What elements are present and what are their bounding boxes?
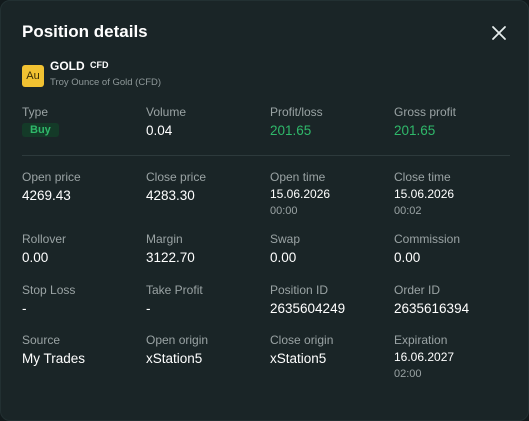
dialog-title: Position details [22, 22, 148, 41]
field-close-price: Close price 4283.30 [146, 170, 266, 204]
field-type: Type Buy [22, 105, 142, 138]
divider [22, 155, 510, 156]
profit-loss-value: 201.65 [270, 123, 312, 138]
close-time-label: Close time [394, 170, 451, 184]
field-commission: Commission 0.00 [394, 232, 514, 266]
field-take-profit: Take Profit - [146, 283, 266, 317]
close-icon[interactable] [490, 24, 508, 42]
rollover-value: 0.00 [22, 250, 49, 265]
margin-value: 3122.70 [146, 250, 195, 265]
field-stop-loss: Stop Loss - [22, 283, 142, 317]
volume-label: Volume [146, 105, 187, 119]
field-rollover: Rollover 0.00 [22, 232, 142, 266]
instrument-name: Troy Ounce of Gold (CFD) [50, 77, 162, 88]
field-order-id: Order ID 2635616394 [394, 283, 514, 317]
profit-loss-label: Profit/loss [270, 105, 323, 119]
field-open-time: Open time 15.06.2026 00:00 [270, 170, 390, 219]
open-time-time: 00:00 [270, 205, 298, 217]
gross-profit-label: Gross profit [394, 105, 457, 119]
instrument-type: CFD [90, 60, 109, 70]
field-profit-loss: Profit/loss 201.65 [270, 105, 390, 139]
type-badge: Buy [22, 123, 59, 137]
instrument-header: Au GOLD CFD Troy Ounce of Gold (CFD) [22, 59, 322, 93]
take-profit-label: Take Profit [146, 283, 203, 297]
field-gross-profit: Gross profit 201.65 [394, 105, 514, 139]
close-price-label: Close price [146, 170, 207, 184]
open-origin-label: Open origin [146, 333, 209, 347]
field-source: Source My Trades [22, 333, 142, 367]
field-margin: Margin 3122.70 [146, 232, 266, 266]
expiration-label: Expiration [394, 333, 448, 347]
open-time-label: Open time [270, 170, 326, 184]
gold-instrument-icon: Au [22, 65, 44, 87]
close-time-date: 15.06.2026 [394, 187, 455, 201]
swap-value: 0.00 [270, 250, 297, 265]
open-price-value: 4269.43 [22, 188, 71, 203]
volume-value: 0.04 [146, 123, 173, 138]
close-origin-value: xStation5 [270, 351, 327, 366]
margin-label: Margin [146, 232, 183, 246]
stop-loss-label: Stop Loss [22, 283, 76, 297]
open-origin-value: xStation5 [146, 351, 203, 366]
expiration-date: 16.06.2027 [394, 350, 455, 364]
field-open-price: Open price 4269.43 [22, 170, 142, 204]
instrument-symbol: GOLD [50, 59, 85, 73]
swap-label: Swap [270, 232, 301, 246]
source-label: Source [22, 333, 61, 347]
type-label: Type [22, 105, 49, 119]
take-profit-value: - [146, 301, 151, 316]
field-swap: Swap 0.00 [270, 232, 390, 266]
commission-label: Commission [394, 232, 461, 246]
close-time-time: 00:02 [394, 205, 422, 217]
order-id-value: 2635616394 [394, 301, 470, 316]
field-volume: Volume 0.04 [146, 105, 266, 139]
expiration-time: 02:00 [394, 368, 422, 380]
field-position-id: Position ID 2635604249 [270, 283, 390, 317]
open-time-date: 15.06.2026 [270, 187, 331, 201]
field-close-origin: Close origin xStation5 [270, 333, 390, 367]
close-price-value: 4283.30 [146, 188, 195, 203]
source-value: My Trades [22, 351, 86, 366]
close-origin-label: Close origin [270, 333, 334, 347]
rollover-label: Rollover [22, 232, 67, 246]
position-id-label: Position ID [270, 283, 329, 297]
gross-profit-value: 201.65 [394, 123, 436, 138]
field-open-origin: Open origin xStation5 [146, 333, 266, 367]
open-price-label: Open price [22, 170, 81, 184]
position-details-dialog: Position details Au GOLD CFD Troy Ounce … [0, 0, 529, 421]
position-id-value: 2635604249 [270, 301, 346, 316]
field-expiration: Expiration 16.06.2027 02:00 [394, 333, 514, 382]
stop-loss-value: - [22, 301, 27, 316]
order-id-label: Order ID [394, 283, 441, 297]
field-close-time: Close time 15.06.2026 00:02 [394, 170, 514, 219]
commission-value: 0.00 [394, 250, 421, 265]
